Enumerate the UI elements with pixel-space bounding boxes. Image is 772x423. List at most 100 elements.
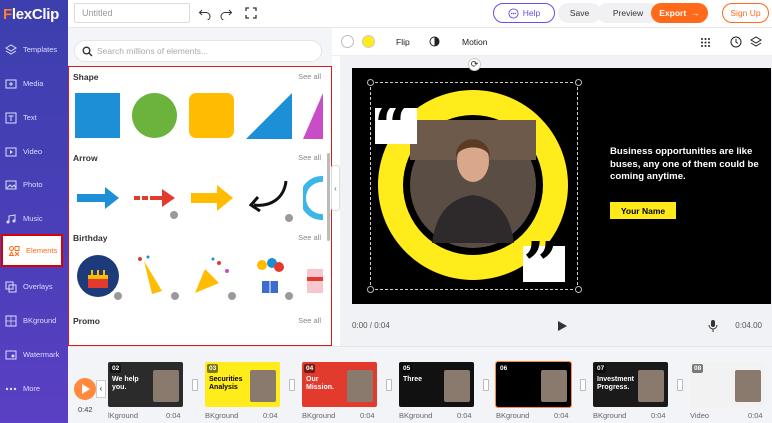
animated-badge-icon bbox=[169, 210, 179, 220]
see-all-promo[interactable]: See all bbox=[298, 316, 321, 325]
timeline-scroll-left[interactable]: ‹ bbox=[96, 380, 106, 398]
arrow-blue-element[interactable] bbox=[75, 175, 121, 221]
arrow-curved-element[interactable] bbox=[246, 175, 294, 223]
timeline-scene[interactable]: 08 bbox=[690, 362, 765, 407]
sidebar-item-label: Media bbox=[23, 79, 44, 88]
arrow-partial-element[interactable] bbox=[303, 175, 323, 221]
birthday-partial-element[interactable] bbox=[303, 253, 323, 299]
canvas-headline[interactable]: Business opportunities are like buses, a… bbox=[610, 146, 760, 184]
signup-label: Sign Up bbox=[730, 8, 761, 18]
fullscreen-icon[interactable] bbox=[244, 6, 258, 20]
play-icon[interactable] bbox=[556, 320, 568, 332]
sidebar-item-elements[interactable]: Elements bbox=[1, 234, 63, 267]
resize-handle[interactable] bbox=[367, 286, 374, 293]
export-button[interactable]: Export → bbox=[651, 3, 708, 23]
video-canvas[interactable]: “ ” Business opportunities are like buse… bbox=[352, 68, 771, 304]
transition-icon[interactable] bbox=[386, 379, 392, 391]
transition-icon[interactable] bbox=[192, 379, 198, 391]
section-title-promo: Promo bbox=[73, 316, 100, 326]
timeline-scene[interactable]: 04 Our Mission. bbox=[302, 362, 377, 407]
save-label: Save bbox=[569, 8, 590, 18]
timeline-scene[interactable]: 06 bbox=[495, 361, 572, 408]
overlays-icon bbox=[5, 281, 17, 292]
scene-thumbnail-photo bbox=[444, 370, 470, 402]
sidebar-item-label: BKground bbox=[23, 316, 57, 325]
more-icon bbox=[5, 387, 17, 390]
undo-icon[interactable] bbox=[198, 6, 212, 20]
sidebar-item-watermark[interactable]: Watermark bbox=[0, 338, 68, 371]
name-tag[interactable]: Your Name bbox=[610, 202, 676, 219]
sidebar-item-video[interactable]: Video bbox=[0, 135, 68, 168]
video-icon bbox=[5, 147, 17, 156]
redo-icon[interactable] bbox=[219, 6, 233, 20]
birthday-balloons-element[interactable] bbox=[246, 253, 294, 301]
sidebar-item-background[interactable]: BKground bbox=[0, 304, 68, 337]
shape-triangle[interactable] bbox=[246, 93, 292, 139]
scene-duration: 0:04 bbox=[554, 411, 569, 420]
collapse-panel-handle[interactable]: ‹ bbox=[331, 165, 340, 211]
timeline-scene[interactable]: 05 Three bbox=[399, 362, 474, 407]
timeline-play-button[interactable] bbox=[74, 378, 96, 400]
timeline-scene[interactable]: 07 Investment Progress. bbox=[593, 362, 668, 407]
rotate-handle-icon[interactable]: ⟳ bbox=[468, 58, 481, 71]
see-all-arrow[interactable]: See all bbox=[298, 153, 321, 162]
scene-duration: 0:04 bbox=[748, 411, 763, 420]
sidebar-item-label: Watermark bbox=[23, 350, 60, 359]
flip-button[interactable]: Flip bbox=[396, 37, 410, 47]
opacity-icon[interactable] bbox=[429, 36, 440, 47]
sidebar-item-media[interactable]: Media bbox=[0, 67, 68, 100]
signup-button[interactable]: Sign Up bbox=[722, 3, 769, 23]
clock-icon[interactable] bbox=[730, 36, 742, 48]
elements-search-input[interactable]: Search millions of elements... bbox=[74, 40, 322, 62]
sidebar-item-label: Templates bbox=[23, 45, 58, 54]
transition-icon[interactable] bbox=[580, 379, 586, 391]
preview-button[interactable]: Preview bbox=[597, 3, 659, 23]
timeline-scene[interactable]: 03 Securities Analysis bbox=[205, 362, 280, 407]
project-title-input[interactable]: Untitled bbox=[74, 3, 190, 23]
scene-thumbnail-photo bbox=[638, 370, 664, 402]
scene-label: BKground bbox=[205, 411, 239, 420]
resize-handle[interactable] bbox=[367, 79, 374, 86]
see-all-shape[interactable]: See all bbox=[298, 72, 321, 81]
transition-icon[interactable] bbox=[483, 379, 489, 391]
color-swatch-white[interactable] bbox=[341, 35, 354, 48]
shape-square[interactable] bbox=[75, 93, 120, 138]
layers-icon[interactable] bbox=[750, 36, 762, 48]
sidebar-item-templates[interactable]: Templates bbox=[0, 33, 68, 66]
timeline-scene[interactable]: 02 We help you. bbox=[108, 362, 183, 407]
sidebar-item-more[interactable]: More bbox=[0, 372, 68, 405]
sidebar-item-music[interactable]: Music bbox=[0, 202, 68, 235]
sidebar: FlexClip Templates Media Text Video Phot… bbox=[0, 0, 68, 423]
arrow-yellow-element[interactable] bbox=[189, 175, 235, 221]
sidebar-item-label: Text bbox=[23, 113, 37, 122]
preview-label: Preview bbox=[612, 8, 644, 18]
color-swatch-yellow[interactable] bbox=[362, 35, 375, 48]
birthday-confetti-element[interactable] bbox=[189, 253, 237, 301]
sidebar-item-overlays[interactable]: Overlays bbox=[0, 270, 68, 303]
resize-handle[interactable] bbox=[575, 286, 582, 293]
motion-button[interactable]: Motion bbox=[462, 37, 488, 47]
current-time: 0:00 / 0:04 bbox=[352, 321, 390, 330]
shape-rounded-square[interactable] bbox=[189, 93, 234, 138]
grid-icon[interactable] bbox=[700, 37, 711, 48]
scene-number: 02 bbox=[110, 364, 122, 373]
panel-scrollbar[interactable] bbox=[327, 153, 330, 241]
shape-circle[interactable] bbox=[132, 93, 177, 138]
sidebar-item-text[interactable]: Text bbox=[0, 101, 68, 134]
save-button[interactable]: Save bbox=[558, 3, 601, 23]
shape-partial[interactable] bbox=[303, 93, 323, 139]
flexclip-logo[interactable]: FlexClip bbox=[3, 6, 59, 23]
birthday-popper-element[interactable] bbox=[132, 253, 180, 301]
resize-handle[interactable] bbox=[575, 79, 582, 86]
microphone-icon[interactable] bbox=[708, 320, 718, 332]
sidebar-item-photo[interactable]: Photo bbox=[0, 168, 68, 201]
see-all-birthday[interactable]: See all bbox=[298, 233, 321, 242]
selection-box[interactable] bbox=[370, 82, 578, 290]
scene-label: BKground bbox=[593, 411, 627, 420]
transition-icon[interactable] bbox=[289, 379, 295, 391]
birthday-cake-element[interactable] bbox=[75, 253, 123, 301]
help-button[interactable]: Help bbox=[493, 3, 555, 23]
transition-icon[interactable] bbox=[677, 379, 683, 391]
section-title-shape: Shape bbox=[73, 72, 99, 82]
scene-duration: 0:04 bbox=[263, 411, 278, 420]
